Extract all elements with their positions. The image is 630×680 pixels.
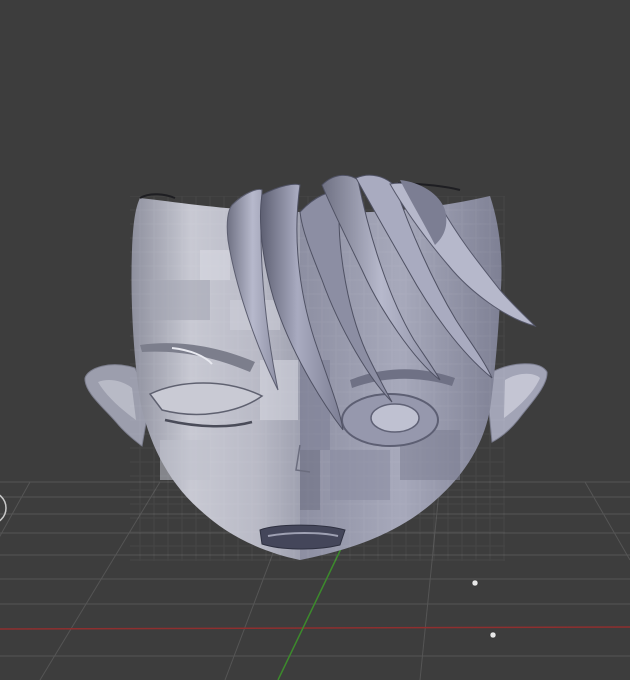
viewport-canvas[interactable]	[0, 0, 630, 680]
light-object-icon[interactable]	[471, 579, 479, 587]
head-mesh[interactable]	[84, 174, 548, 561]
right-eye-pupil	[370, 403, 420, 433]
3d-viewport[interactable]	[0, 0, 630, 680]
empty-object-icon[interactable]	[489, 631, 497, 639]
mouth	[259, 524, 346, 550]
x-axis-line	[0, 626, 630, 630]
